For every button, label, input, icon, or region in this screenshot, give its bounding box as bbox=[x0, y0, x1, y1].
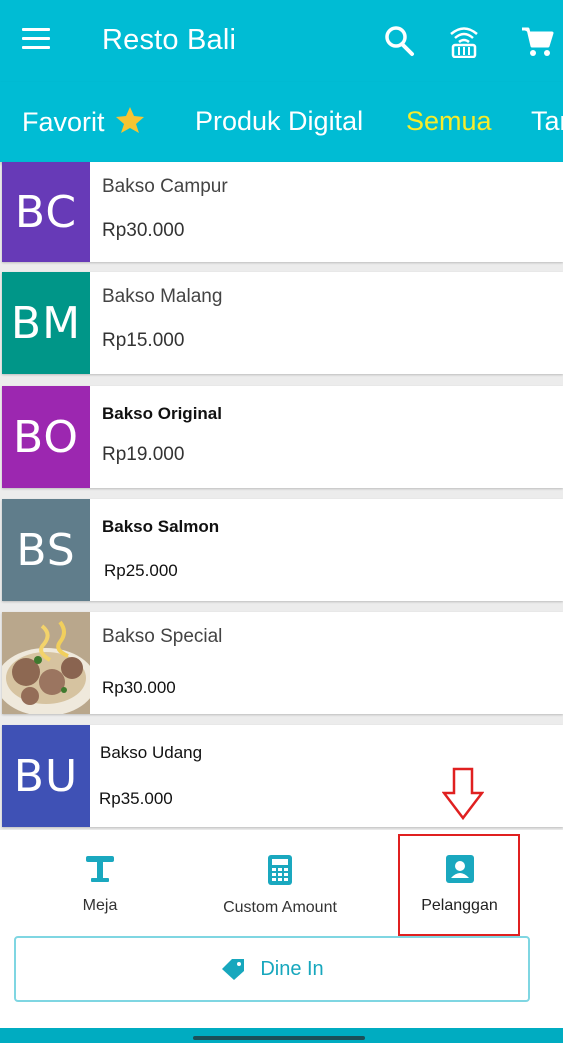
cart-icon[interactable] bbox=[520, 24, 554, 58]
avatar: BS bbox=[2, 499, 90, 601]
meatball-soup-photo bbox=[2, 612, 90, 714]
category-tabs: Favorit Produk Digital Semua Tan bbox=[0, 82, 563, 162]
tag-icon bbox=[220, 957, 246, 981]
dine-in-bar: Dine In bbox=[0, 936, 563, 1028]
nav-meja[interactable]: Meja bbox=[60, 854, 140, 915]
star-icon bbox=[115, 106, 145, 141]
system-nav-bar bbox=[0, 1028, 563, 1043]
home-handle[interactable] bbox=[193, 1036, 365, 1040]
product-price: Rp30.000 bbox=[102, 678, 176, 697]
down-arrow-icon bbox=[441, 767, 485, 826]
product-price: Rp19.000 bbox=[102, 444, 185, 465]
avatar: BO bbox=[2, 386, 90, 488]
product-name: Bakso Udang bbox=[100, 743, 203, 762]
nav-label: Custom Amount bbox=[223, 899, 337, 916]
tab-label: Favorit bbox=[22, 107, 105, 137]
product-price: Rp35.000 bbox=[99, 789, 173, 808]
avatar: BC bbox=[2, 162, 90, 262]
avatar: BU bbox=[2, 725, 90, 827]
list-item[interactable]: Bakso Special Rp30.000 bbox=[2, 612, 563, 714]
list-item[interactable]: BS Bakso Salmon Rp25.000 bbox=[2, 499, 563, 601]
wifi-basket-icon[interactable] bbox=[448, 24, 480, 59]
tab-favorit[interactable]: Favorit bbox=[22, 106, 145, 141]
product-price: Rp25.000 bbox=[104, 561, 178, 580]
highlight-box bbox=[398, 834, 520, 936]
dine-in-button[interactable]: Dine In bbox=[14, 936, 530, 1002]
list-item[interactable]: BO Bakso Original Rp19.000 bbox=[2, 386, 563, 488]
product-name: Bakso Salmon bbox=[102, 517, 220, 536]
list-item[interactable]: BM Bakso Malang Rp15.000 bbox=[2, 272, 563, 374]
avatar: BM bbox=[2, 272, 90, 374]
tab-semua[interactable]: Semua bbox=[406, 106, 492, 137]
menu-icon[interactable] bbox=[22, 28, 54, 54]
product-name: Bakso Malang bbox=[102, 286, 223, 307]
product-name: Bakso Campur bbox=[102, 176, 228, 197]
table-icon bbox=[85, 856, 115, 888]
tab-partial[interactable]: Tan bbox=[531, 106, 563, 137]
product-price: Rp30.000 bbox=[102, 220, 185, 241]
calculator-icon bbox=[267, 855, 293, 890]
app-title: Resto Bali bbox=[102, 24, 237, 56]
product-price: Rp15.000 bbox=[102, 330, 185, 351]
list-item[interactable]: BC Bakso Campur Rp30.000 bbox=[2, 162, 563, 262]
app-bar: Resto Bali bbox=[0, 0, 563, 82]
nav-custom-amount[interactable]: Custom Amount bbox=[210, 854, 350, 917]
search-icon[interactable] bbox=[384, 24, 416, 58]
nav-label: Meja bbox=[82, 897, 118, 914]
product-name: Bakso Original bbox=[102, 404, 222, 423]
tab-produk-digital[interactable]: Produk Digital bbox=[195, 106, 363, 137]
dine-in-label: Dine In bbox=[260, 957, 324, 980]
product-name: Bakso Special bbox=[102, 626, 223, 647]
